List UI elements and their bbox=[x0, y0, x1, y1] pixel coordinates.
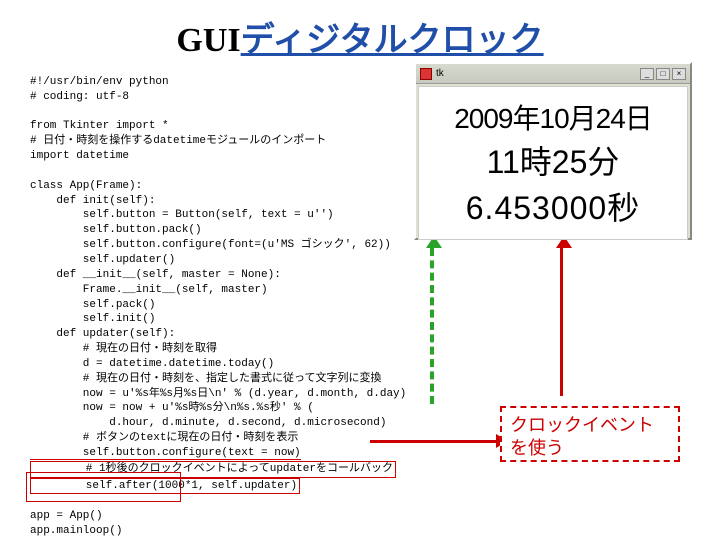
code-line: # 日付・時刻を操作するdatetimeモジュールのインポート bbox=[30, 135, 326, 147]
title-prefix: GUI bbox=[176, 22, 240, 59]
code-line: def updater(self): bbox=[30, 328, 175, 340]
code-line: # 現在の日付・時刻を、指定した書式に従って文字列に変換 bbox=[30, 373, 381, 385]
window-title: tk bbox=[436, 68, 444, 79]
code-line: from Tkinter import * bbox=[30, 120, 169, 132]
code-line: import datetime bbox=[30, 150, 129, 162]
code-line: app.mainloop() bbox=[30, 525, 122, 537]
code-line: d.hour, d.minute, d.second, d.microsecon… bbox=[30, 417, 386, 429]
code-line: self.pack() bbox=[30, 299, 155, 311]
code-line: self.button.pack() bbox=[30, 224, 202, 236]
code-line: now = u'%s年%s月%s日\n' % (d.year, d.month,… bbox=[30, 388, 406, 400]
code-line: def init(self): bbox=[30, 195, 155, 207]
clock-seconds: 6.453000秒 bbox=[466, 183, 640, 229]
code-line: #!/usr/bin/env python bbox=[30, 76, 169, 88]
callout-box: クロックイベント を使う bbox=[500, 406, 680, 462]
close-icon[interactable]: × bbox=[672, 68, 686, 80]
callout-line: を使う bbox=[510, 437, 670, 460]
code-line: d = datetime.datetime.today() bbox=[30, 358, 274, 370]
tkinter-window: tk _ □ × 2009年10月24日 11時25分 6.453000秒 bbox=[414, 62, 692, 240]
title-jp: ディジタルクロック bbox=[241, 22, 544, 59]
code-line: self.init() bbox=[30, 313, 155, 325]
code-line: # 現在の日付・時刻を取得 bbox=[30, 343, 217, 355]
code-line-highlight: self.button.configure(text = now) bbox=[30, 447, 301, 460]
code-line: def __init__(self, master = None): bbox=[30, 269, 281, 281]
code-listing: #!/usr/bin/env python # coding: utf-8 fr… bbox=[30, 60, 406, 539]
code-line-boxed: # 1秒後のクロックイベントによってupdaterをコールバック bbox=[30, 461, 396, 478]
tk-app-icon bbox=[420, 68, 432, 80]
window-buttons: _ □ × bbox=[640, 68, 686, 80]
arrow-red-up bbox=[560, 248, 563, 396]
window-titlebar: tk _ □ × bbox=[416, 64, 690, 84]
clock-display: 2009年10月24日 11時25分 6.453000秒 bbox=[418, 86, 688, 240]
code-line: now = now + u'%s時%s分\n%s.%s秒' % ( bbox=[30, 402, 314, 414]
minimize-icon[interactable]: _ bbox=[640, 68, 654, 80]
slide-title: GUIディジタルクロック bbox=[0, 0, 720, 61]
code-line: Frame.__init__(self, master) bbox=[30, 284, 268, 296]
code-line: class App(Frame): bbox=[30, 180, 142, 192]
maximize-icon[interactable]: □ bbox=[656, 68, 670, 80]
code-line: self.button.configure(font=(u'MS ゴシック', … bbox=[30, 239, 391, 251]
code-line: self.updater() bbox=[30, 254, 175, 266]
code-line: # ボタンのtextに現在の日付・時刻を表示 bbox=[30, 432, 298, 444]
code-line: self.button = Button(self, text = u'') bbox=[30, 209, 334, 221]
arrow-green-up bbox=[430, 248, 434, 404]
callout-line: クロックイベント bbox=[510, 414, 670, 437]
clock-time: 11時25分 bbox=[487, 137, 620, 183]
code-line-boxed: self.after(1000*1, self.updater) bbox=[30, 478, 300, 495]
code-line: # coding: utf-8 bbox=[30, 91, 129, 103]
code-line: app = App() bbox=[30, 510, 103, 522]
clock-date: 2009年10月24日 bbox=[454, 97, 652, 137]
